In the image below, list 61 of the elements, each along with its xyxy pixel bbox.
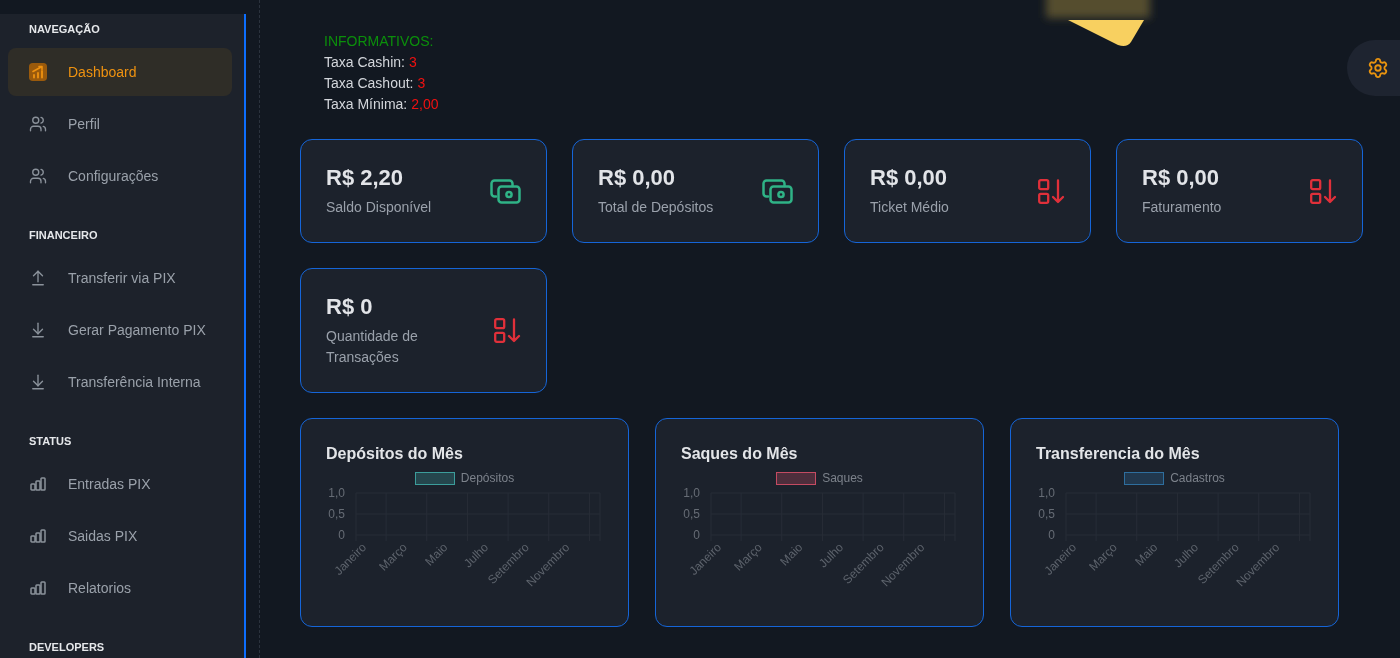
settings-icon [1367, 57, 1389, 79]
users-icon [29, 167, 47, 185]
stat-value: R$ 0,00 [870, 164, 948, 192]
nav-item[interactable]: Gerar Pagamento PIX [8, 306, 232, 354]
chart-title: Depósitos do Mês [326, 444, 464, 464]
nav-item[interactable]: Transferir via PIX [8, 254, 232, 302]
stat-label: Quantidade de Transações [326, 327, 419, 367]
legend-label: Depósitos [460, 471, 515, 485]
axis-label: 1,0 [683, 486, 700, 500]
axis-label: 1,0 [1038, 486, 1055, 500]
rate-label: Taxa Cashout: [324, 74, 414, 93]
download-icon [29, 321, 47, 339]
settings-button[interactable] [1347, 40, 1400, 96]
stat-value: R$ 0,00 [1142, 164, 1220, 192]
rate-value: 2,00 [411, 95, 439, 114]
axis-label: 0,5 [1038, 507, 1055, 521]
stat-value: R$ 0,00 [598, 164, 676, 192]
nav-item[interactable]: Relatorios [8, 564, 232, 612]
section-heading: DEVELOPERS [28, 640, 106, 654]
rate-value: 3 [417, 74, 426, 93]
stat-label: Total de Depósitos [598, 198, 714, 217]
bar-chart-icon [30, 581, 46, 595]
nav-item[interactable]: Dashboard [8, 48, 232, 96]
nav-item[interactable]: Saidas PIX [8, 512, 232, 560]
nav-item[interactable]: Entradas PIX [8, 460, 232, 508]
nav-item[interactable]: Configurações [8, 152, 232, 200]
chart-title: Saques do Mês [681, 444, 799, 464]
cash-icon [762, 178, 793, 204]
users-icon [29, 115, 47, 133]
bar-chart-icon [30, 529, 46, 543]
axis-label: 1,0 [328, 486, 345, 500]
stat-label: Ticket Médio [870, 198, 949, 217]
stat-value: R$ 2,20 [326, 164, 404, 192]
stat-label: Saldo Disponível [326, 198, 432, 217]
info-heading: INFORMATIVOS: [324, 32, 434, 51]
sort-descending-icon [494, 318, 521, 343]
rate-value: 3 [408, 53, 417, 72]
upload-icon [29, 269, 47, 287]
axis-label: 0 [1048, 528, 1055, 542]
section-heading: FINANCEIRO [28, 228, 99, 242]
sort-descending-icon [1310, 178, 1337, 204]
cash-icon [490, 178, 521, 204]
sort-descending-icon [1038, 178, 1065, 204]
chart-icon [29, 63, 47, 81]
rate-label: Taxa Mínima: [324, 95, 408, 114]
rate-label: Taxa Cashin: [324, 53, 405, 72]
section-heading: NAVEGAÇÃO [28, 22, 101, 36]
chart-title: Transferencia do Mês [1036, 444, 1201, 464]
bar-chart-icon [30, 477, 46, 491]
axis-label: 0,5 [328, 507, 345, 521]
legend-label: Saques [822, 471, 863, 485]
nav-item[interactable]: Perfil [8, 100, 232, 148]
stat-label: Faturamento [1142, 198, 1222, 217]
axis-label: 0 [693, 528, 700, 542]
legend-label: Cadastros [1170, 471, 1225, 485]
section-heading: STATUS [28, 434, 73, 448]
nav-item[interactable]: Transferência Interna [8, 358, 232, 406]
download-icon [29, 373, 47, 391]
axis-label: 0,5 [683, 507, 700, 521]
axis-label: 0 [338, 528, 345, 542]
stat-value: R$ 0 [326, 293, 373, 321]
